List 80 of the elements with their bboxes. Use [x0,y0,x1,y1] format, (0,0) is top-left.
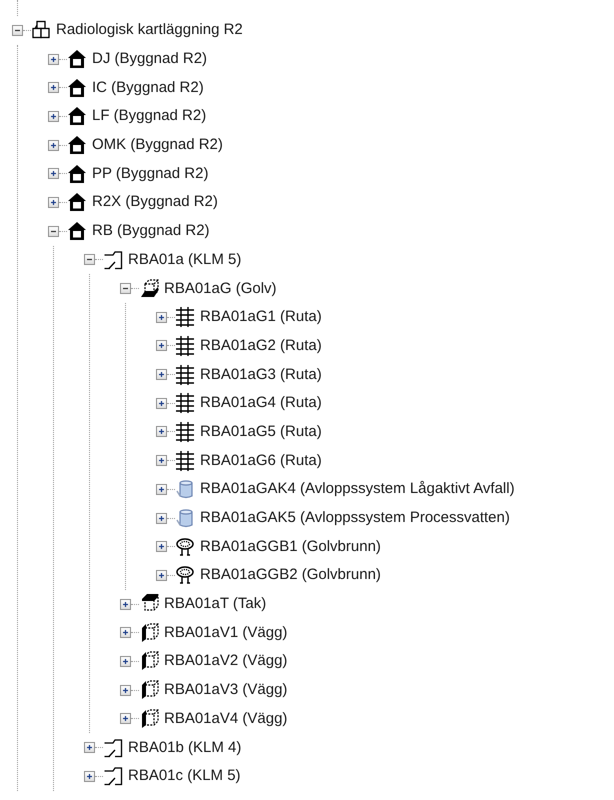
tree-node-label[interactable]: RBA01a (KLM 5) [128,250,242,269]
grid-icon [175,393,195,414]
grid-icon [175,336,195,356]
tree-node-label[interactable]: RBA01aG3 (Ruta) [200,366,322,384]
tree-node-label[interactable]: RBA01aG2 (Ruta) [200,336,322,355]
house-icon [67,106,87,126]
expand-icon[interactable] [48,168,59,180]
room-outline-icon [103,250,123,270]
tree-node-label[interactable]: RBA01aT (Tak) [164,595,266,614]
expand-icon[interactable] [156,484,167,495]
tree-node-label[interactable]: Radiologisk kartläggning R2 [56,21,243,40]
expand-icon[interactable] [48,82,59,94]
building-blocks-icon [31,20,51,40]
expand-icon[interactable] [120,627,131,638]
expand-icon[interactable] [156,340,167,352]
expand-icon[interactable] [48,110,59,122]
tree-node-label[interactable]: RBA01aV4 (Vägg) [164,710,288,728]
expand-icon[interactable] [156,369,167,380]
tree-node-label[interactable]: RBA01aV3 (Vägg) [164,681,288,700]
expand-icon[interactable] [120,656,131,667]
expand-icon[interactable] [120,598,131,610]
tree-node-label[interactable]: RBA01aG (Golv) [164,280,277,298]
tree-node-label[interactable]: RB (Byggnad R2) [92,222,210,240]
tree-node-label[interactable]: RBA01aGGB2 (Golvbrunn) [200,566,381,584]
tree-node-label[interactable]: RBA01aG4 (Ruta) [200,394,322,412]
expand-icon[interactable] [156,512,167,524]
tree-node-label[interactable]: RBA01c (KLM 5) [128,767,241,786]
drain-icon [175,565,195,586]
tree-node-label[interactable]: DJ (Byggnad R2) [92,50,208,68]
house-icon [67,221,87,242]
tree-node-label[interactable]: RBA01aV2 (Vägg) [164,652,288,670]
house-icon [67,192,87,212]
grid-icon [175,422,195,442]
tree-node-label[interactable]: RBA01aGGB1 (Golvbrunn) [200,538,381,556]
house-icon [67,49,87,70]
collapse-icon[interactable] [48,226,59,237]
expand-icon[interactable] [48,140,59,151]
room-outline-icon [103,766,123,786]
tree-node-label[interactable]: OMK (Byggnad R2) [92,136,223,154]
tree-node-label[interactable]: R2X (Byggnad R2) [92,193,218,212]
tree-node-label[interactable]: RBA01aGAK4 (Avloppssystem Lågaktivt Avfall) [200,480,515,498]
tree-node-label[interactable]: RBA01b (KLM 4) [128,738,242,757]
tree-node-label[interactable]: LF (Byggnad R2) [92,107,206,126]
cylinder-icon [175,479,195,500]
cube-icon [139,622,159,643]
expand-icon[interactable] [156,312,167,323]
collapse-icon[interactable] [120,283,131,294]
expand-icon[interactable] [156,455,167,466]
tree-node-label[interactable]: RBA01aG6 (Ruta) [200,452,322,470]
expand-icon[interactable] [48,54,59,65]
tree-node-label[interactable]: RBA01aG5 (Ruta) [200,422,322,441]
house-icon [67,78,87,98]
expand-icon[interactable] [120,713,131,724]
tree-node-label[interactable]: RBA01aG1 (Ruta) [200,308,322,326]
grid-icon [175,450,195,471]
cube-icon [139,651,159,672]
tree-node-label[interactable]: IC (Byggnad R2) [92,78,204,97]
expand-icon[interactable] [156,426,167,438]
tree-node-label[interactable]: RBA01aV1 (Vägg) [164,624,288,642]
drain-icon [175,536,195,557]
expand-icon[interactable] [156,398,167,409]
cube-icon [139,278,159,299]
expand-icon[interactable] [156,570,167,581]
tree-node-label[interactable]: PP (Byggnad R2) [92,164,208,183]
cylinder-icon [175,508,195,528]
collapse-icon[interactable] [12,24,23,36]
house-icon [67,164,87,184]
expand-icon[interactable] [120,684,131,696]
expand-icon[interactable] [48,196,59,208]
house-icon [67,135,87,156]
expand-icon[interactable] [156,541,167,552]
grid-icon [175,307,195,328]
room-outline-icon [103,738,123,758]
expand-icon[interactable] [84,742,95,754]
collapse-icon[interactable] [84,254,95,266]
tree-node-label[interactable]: RBA01aGAK5 (Avloppssystem Processvatten) [200,509,510,528]
grid-icon [175,364,195,385]
cube-icon [139,708,159,729]
expand-icon[interactable] [84,770,95,782]
cube-icon [139,680,159,700]
